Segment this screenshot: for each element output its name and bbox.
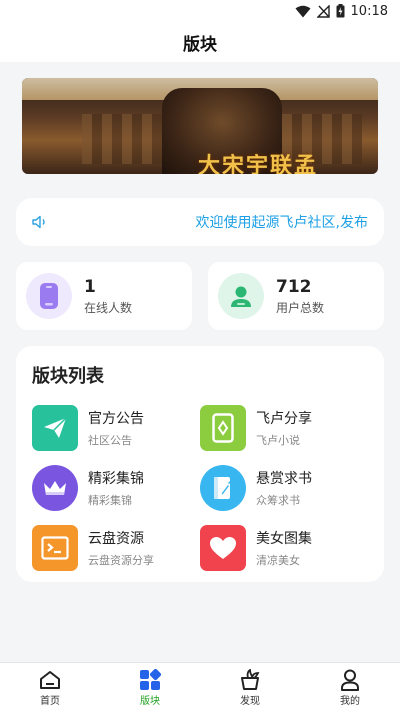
bottom-tab-bar: 首页 版块 发现 我的 [0, 662, 400, 712]
wifi-icon [295, 5, 311, 18]
board-item-gallery[interactable]: 美女图集 清凉美女 [200, 524, 368, 572]
board-item-sub: 社区公告 [88, 434, 132, 447]
board-item-sub: 飞卢小说 [256, 434, 300, 447]
terminal-icon [32, 525, 78, 571]
tab-label: 首页 [40, 695, 60, 707]
board-item-sub: 云盘资源分享 [88, 554, 154, 567]
board-item-sub: 精彩集锦 [88, 494, 132, 507]
board-item-name: 云盘资源 [88, 531, 144, 547]
paper-plane-icon [32, 405, 78, 451]
board-item-name: 官方公告 [88, 411, 144, 427]
speaker-icon [32, 215, 48, 229]
banner-carousel[interactable]: 大宋宇联孟 [22, 78, 378, 174]
notice-bar[interactable]: 欢迎使用起源飞卢社区,发布 [16, 198, 384, 246]
tab-mine[interactable]: 我的 [300, 663, 400, 712]
board-item-sub: 清凉美女 [256, 554, 300, 567]
heart-icon [200, 525, 246, 571]
phone-icon [26, 273, 72, 319]
home-icon [39, 669, 61, 691]
board-list-title: 版块列表 [32, 366, 104, 387]
notice-text: 欢迎使用起源飞卢社区,发布 [195, 215, 368, 231]
board-item-name: 飞卢分享 [256, 411, 312, 427]
user-total-label: 用户总数 [276, 300, 325, 315]
tablet-icon [200, 405, 246, 451]
book-pen-icon [200, 465, 246, 511]
user-total-value: 712 [276, 276, 312, 297]
board-item-name: 美女图集 [256, 531, 312, 547]
online-count-value: 1 [84, 276, 96, 297]
tab-boards[interactable]: 版块 [100, 663, 200, 712]
board-item-share[interactable]: 飞卢分享 飞卢小说 [200, 404, 368, 452]
no-signal-icon [316, 4, 330, 18]
board-item-official[interactable]: 官方公告 社区公告 [32, 404, 200, 452]
battery-charging-icon [336, 4, 345, 18]
online-count-label: 在线人数 [84, 300, 133, 315]
board-item-sub: 众筹求书 [256, 494, 300, 507]
status-bar: 10:18 [0, 0, 400, 22]
board-item-cloud[interactable]: 云盘资源 云盘资源分享 [32, 524, 200, 572]
online-count-card: 1 在线人数 [16, 262, 192, 330]
page-title: 版块 [0, 22, 400, 62]
tab-label: 版块 [140, 695, 160, 707]
board-item-highlights[interactable]: 精彩集锦 精彩集锦 [32, 464, 200, 512]
tab-discover[interactable]: 发现 [200, 663, 300, 712]
crown-icon [32, 465, 78, 511]
clock: 10:18 [350, 3, 388, 19]
user-total-card: 712 用户总数 [208, 262, 384, 330]
board-item-name: 精彩集锦 [88, 471, 144, 487]
discover-icon [239, 668, 261, 691]
board-item-name: 悬赏求书 [256, 471, 312, 487]
profile-icon [340, 669, 360, 691]
tab-label: 我的 [340, 695, 360, 707]
tab-label: 发现 [240, 695, 260, 707]
grid-icon [139, 668, 161, 691]
banner-text: 大宋宇联孟 [197, 154, 318, 174]
board-item-bounty[interactable]: 悬赏求书 众筹求书 [200, 464, 368, 512]
board-list: 版块列表 官方公告 社区公告 飞卢分享 飞卢小说 精彩集锦 精彩集锦 悬赏求书 … [16, 346, 384, 582]
user-icon [218, 273, 264, 319]
tab-home[interactable]: 首页 [0, 663, 100, 712]
